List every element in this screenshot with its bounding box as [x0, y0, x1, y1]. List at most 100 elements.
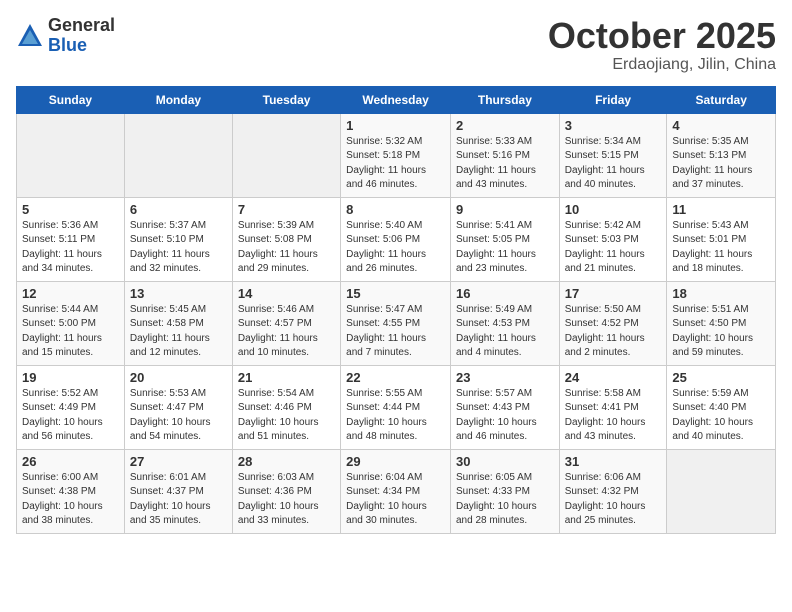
day-info: Sunrise: 6:00 AM Sunset: 4:38 PM Dayligh…: [22, 471, 119, 529]
day-info: Sunrise: 5:34 AM Sunset: 5:15 PM Dayligh…: [565, 135, 662, 193]
day-number: 27: [130, 454, 227, 469]
logo-text: General Blue: [48, 16, 115, 56]
location: Erdaojiang, Jilin, China: [548, 56, 776, 74]
day-info: Sunrise: 5:52 AM Sunset: 4:49 PM Dayligh…: [22, 387, 119, 445]
day-info: Sunrise: 5:50 AM Sunset: 4:52 PM Dayligh…: [565, 303, 662, 361]
day-info: Sunrise: 5:35 AM Sunset: 5:13 PM Dayligh…: [672, 135, 770, 193]
day-info: Sunrise: 6:04 AM Sunset: 4:34 PM Dayligh…: [346, 471, 445, 529]
day-cell: [232, 113, 340, 197]
day-cell: 12 Sunrise: 5:44 AM Sunset: 5:00 PM Dayli…: [17, 281, 125, 365]
header-cell-friday: Friday: [559, 86, 667, 113]
day-info: Sunrise: 5:59 AM Sunset: 4:40 PM Dayligh…: [672, 387, 770, 445]
day-cell: 2 Sunrise: 5:33 AM Sunset: 5:16 PM Daylig…: [450, 113, 559, 197]
day-info: Sunrise: 5:45 AM Sunset: 4:58 PM Dayligh…: [130, 303, 227, 361]
day-cell: 4 Sunrise: 5:35 AM Sunset: 5:13 PM Daylig…: [667, 113, 776, 197]
header-cell-wednesday: Wednesday: [341, 86, 451, 113]
day-cell: 20Sunrise: 5:53 AM Sunset: 4:47 PM Dayli…: [124, 365, 232, 449]
day-info: Sunrise: 6:03 AM Sunset: 4:36 PM Dayligh…: [238, 471, 335, 529]
day-number: 29: [346, 454, 445, 469]
day-info: Sunrise: 6:01 AM Sunset: 4:37 PM Dayligh…: [130, 471, 227, 529]
day-number: 3: [565, 118, 662, 133]
day-info: Sunrise: 5:58 AM Sunset: 4:41 PM Dayligh…: [565, 387, 662, 445]
day-info: Sunrise: 5:42 AM Sunset: 5:03 PM Dayligh…: [565, 219, 662, 277]
logo: General Blue: [16, 16, 115, 56]
day-cell: [124, 113, 232, 197]
day-cell: 14Sunrise: 5:46 AM Sunset: 4:57 PM Dayli…: [232, 281, 340, 365]
day-cell: 17 Sunrise: 5:50 AM Sunset: 4:52 PM Dayli…: [559, 281, 667, 365]
page-header: General Blue October 2025 Erdaojiang, Ji…: [16, 16, 776, 74]
day-number: 1: [346, 118, 445, 133]
logo-icon: [16, 22, 44, 50]
week-row-2: 5Sunrise: 5:36 AM Sunset: 5:11 PM Daylig…: [17, 197, 776, 281]
day-cell: [17, 113, 125, 197]
day-number: 9: [456, 202, 554, 217]
day-cell: 3 Sunrise: 5:34 AM Sunset: 5:15 PM Daylig…: [559, 113, 667, 197]
day-number: 11: [672, 202, 770, 217]
day-number: 26: [22, 454, 119, 469]
day-info: Sunrise: 5:46 AM Sunset: 4:57 PM Dayligh…: [238, 303, 335, 361]
day-cell: 28 Sunrise: 6:03 AM Sunset: 4:36 PM Dayli…: [232, 449, 340, 533]
day-cell: 9 Sunrise: 5:41 AM Sunset: 5:05 PM Daylig…: [450, 197, 559, 281]
week-row-1: 1 Sunrise: 5:32 AM Sunset: 5:18 PM Daylig…: [17, 113, 776, 197]
day-info: Sunrise: 5:54 AM Sunset: 4:46 PM Dayligh…: [238, 387, 335, 445]
day-number: 16: [456, 286, 554, 301]
day-cell: 5Sunrise: 5:36 AM Sunset: 5:11 PM Daylig…: [17, 197, 125, 281]
day-number: 23: [456, 370, 554, 385]
day-number: 21: [238, 370, 335, 385]
day-info: Sunrise: 5:37 AM Sunset: 5:10 PM Dayligh…: [130, 219, 227, 277]
day-number: 30: [456, 454, 554, 469]
day-cell: 21 Sunrise: 5:54 AM Sunset: 4:46 PM Dayli…: [232, 365, 340, 449]
title-block: October 2025 Erdaojiang, Jilin, China: [548, 16, 776, 74]
day-cell: 13 Sunrise: 5:45 AM Sunset: 4:58 PM Dayli…: [124, 281, 232, 365]
header-row: SundayMondayTuesdayWednesdayThursdayFrid…: [17, 86, 776, 113]
day-cell: 11 Sunrise: 5:43 AM Sunset: 5:01 PM Dayli…: [667, 197, 776, 281]
day-cell: 25 Sunrise: 5:59 AM Sunset: 4:40 PM Dayli…: [667, 365, 776, 449]
day-number: 2: [456, 118, 554, 133]
day-cell: 10Sunrise: 5:42 AM Sunset: 5:03 PM Dayli…: [559, 197, 667, 281]
logo-blue: Blue: [48, 36, 115, 56]
day-cell: 18 Sunrise: 5:51 AM Sunset: 4:50 PM Dayli…: [667, 281, 776, 365]
day-number: 25: [672, 370, 770, 385]
day-number: 17: [565, 286, 662, 301]
day-number: 31: [565, 454, 662, 469]
month-title: October 2025: [548, 16, 776, 56]
day-info: Sunrise: 5:49 AM Sunset: 4:53 PM Dayligh…: [456, 303, 554, 361]
day-info: Sunrise: 5:57 AM Sunset: 4:43 PM Dayligh…: [456, 387, 554, 445]
day-cell: 6Sunrise: 5:37 AM Sunset: 5:10 PM Daylig…: [124, 197, 232, 281]
day-cell: 30 Sunrise: 6:05 AM Sunset: 4:33 PM Dayli…: [450, 449, 559, 533]
day-cell: 1 Sunrise: 5:32 AM Sunset: 5:18 PM Daylig…: [341, 113, 451, 197]
day-cell: 19Sunrise: 5:52 AM Sunset: 4:49 PM Dayli…: [17, 365, 125, 449]
day-info: Sunrise: 6:05 AM Sunset: 4:33 PM Dayligh…: [456, 471, 554, 529]
day-cell: 15 Sunrise: 5:47 AM Sunset: 4:55 PM Dayli…: [341, 281, 451, 365]
week-row-3: 12 Sunrise: 5:44 AM Sunset: 5:00 PM Dayli…: [17, 281, 776, 365]
day-info: Sunrise: 5:51 AM Sunset: 4:50 PM Dayligh…: [672, 303, 770, 361]
day-number: 4: [672, 118, 770, 133]
day-info: Sunrise: 5:43 AM Sunset: 5:01 PM Dayligh…: [672, 219, 770, 277]
header-cell-tuesday: Tuesday: [232, 86, 340, 113]
calendar-table: SundayMondayTuesdayWednesdayThursdayFrid…: [16, 86, 776, 534]
day-info: Sunrise: 5:33 AM Sunset: 5:16 PM Dayligh…: [456, 135, 554, 193]
day-number: 12: [22, 286, 119, 301]
day-info: Sunrise: 5:47 AM Sunset: 4:55 PM Dayligh…: [346, 303, 445, 361]
day-cell: 27 Sunrise: 6:01 AM Sunset: 4:37 PM Dayli…: [124, 449, 232, 533]
day-cell: 22Sunrise: 5:55 AM Sunset: 4:44 PM Dayli…: [341, 365, 451, 449]
day-cell: 16 Sunrise: 5:49 AM Sunset: 4:53 PM Dayli…: [450, 281, 559, 365]
day-info: Sunrise: 5:36 AM Sunset: 5:11 PM Dayligh…: [22, 219, 119, 277]
day-cell: [667, 449, 776, 533]
day-info: Sunrise: 5:32 AM Sunset: 5:18 PM Dayligh…: [346, 135, 445, 193]
day-cell: 31 Sunrise: 6:06 AM Sunset: 4:32 PM Dayli…: [559, 449, 667, 533]
week-row-4: 19Sunrise: 5:52 AM Sunset: 4:49 PM Dayli…: [17, 365, 776, 449]
day-number: 18: [672, 286, 770, 301]
day-info: Sunrise: 5:44 AM Sunset: 5:00 PM Dayligh…: [22, 303, 119, 361]
day-number: 7: [238, 202, 335, 217]
day-number: 13: [130, 286, 227, 301]
day-info: Sunrise: 5:41 AM Sunset: 5:05 PM Dayligh…: [456, 219, 554, 277]
day-info: Sunrise: 6:06 AM Sunset: 4:32 PM Dayligh…: [565, 471, 662, 529]
day-cell: 29 Sunrise: 6:04 AM Sunset: 4:34 PM Dayli…: [341, 449, 451, 533]
header-cell-thursday: Thursday: [450, 86, 559, 113]
calendar-body: 1 Sunrise: 5:32 AM Sunset: 5:18 PM Daylig…: [17, 113, 776, 533]
day-number: 15: [346, 286, 445, 301]
day-info: Sunrise: 5:53 AM Sunset: 4:47 PM Dayligh…: [130, 387, 227, 445]
calendar-header: SundayMondayTuesdayWednesdayThursdayFrid…: [17, 86, 776, 113]
day-number: 28: [238, 454, 335, 469]
